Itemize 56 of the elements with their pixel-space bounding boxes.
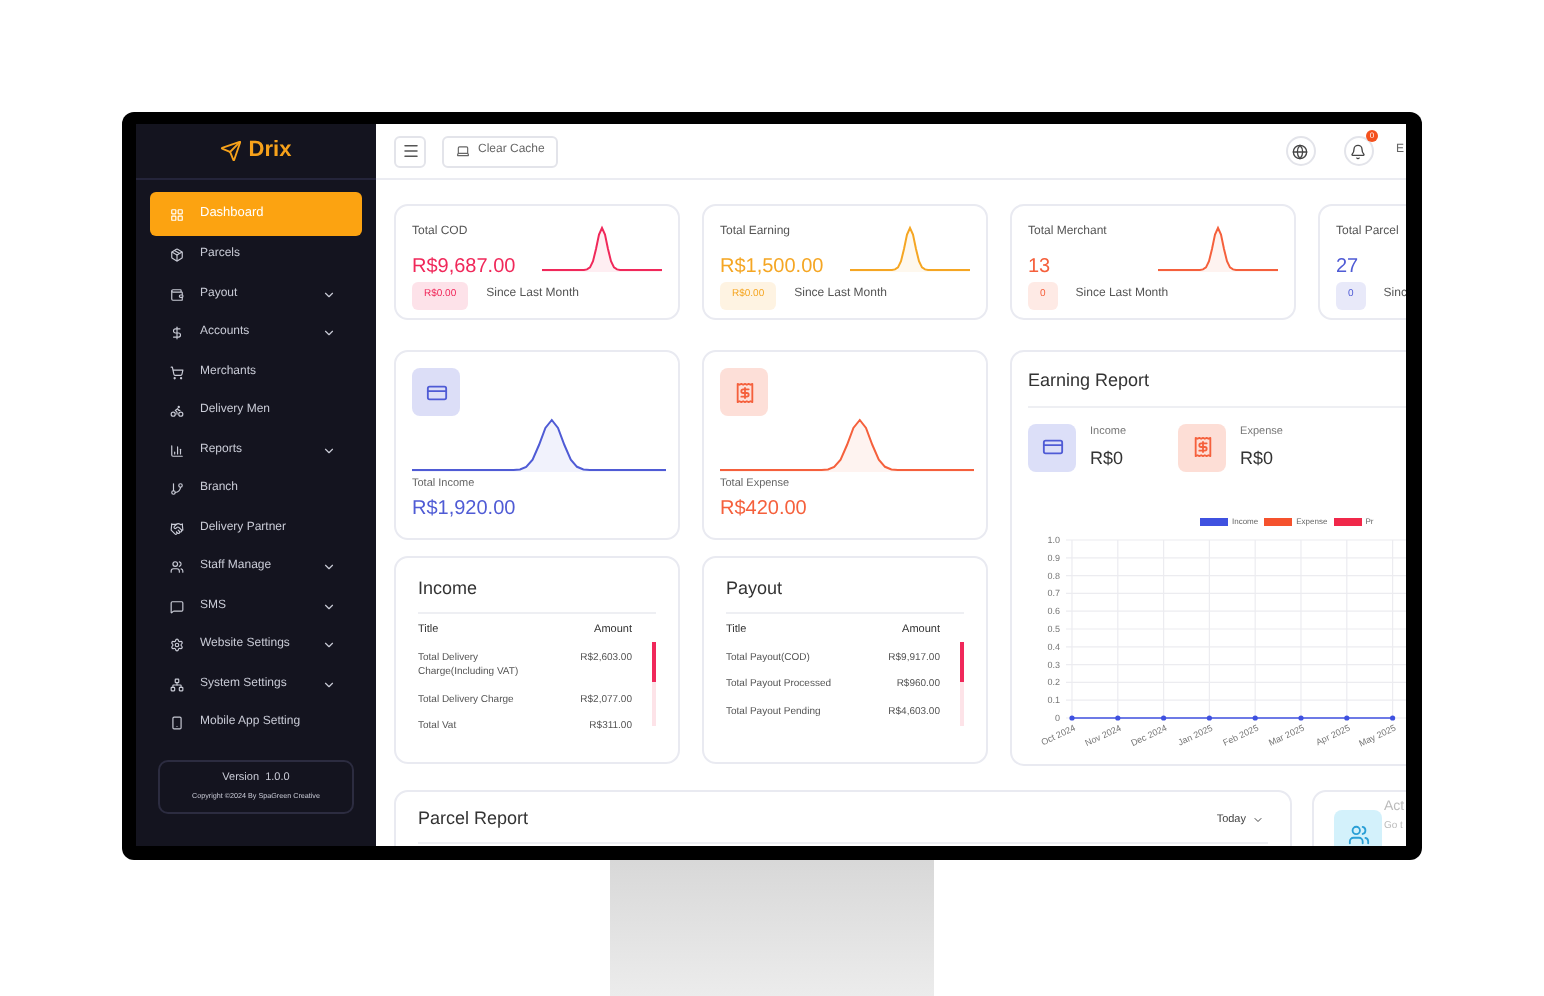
data-point [1206, 715, 1212, 722]
legend-swatch [1264, 518, 1293, 527]
scrollbar [652, 641, 656, 725]
legend-swatch [1333, 518, 1362, 527]
credit-card-icon [1041, 436, 1063, 458]
total-value: R$1,920.00 [412, 496, 518, 525]
menu-icon [401, 142, 419, 160]
stat-value: 27 [1336, 254, 1361, 282]
message-icon [170, 599, 184, 614]
wallet-icon [170, 287, 184, 302]
receipt-icon [1191, 436, 1214, 458]
language-button[interactable] [1285, 136, 1316, 166]
data-point [1298, 715, 1304, 722]
data-point [1161, 715, 1167, 722]
menu-button[interactable] [394, 135, 426, 167]
credit-card-icon [425, 381, 447, 403]
chevron-icon [1252, 813, 1264, 826]
settings-icon [170, 638, 184, 653]
summary-value: R$0 [1090, 445, 1126, 472]
bell-icon [1350, 143, 1367, 159]
cart-icon [170, 365, 184, 380]
card-title: Income [418, 576, 480, 602]
scrollbar [960, 641, 964, 725]
data-point [1069, 715, 1075, 722]
summary-value: R$0 [1240, 445, 1276, 472]
data-point [1390, 715, 1396, 722]
bar-chart-icon [170, 443, 184, 458]
box-icon [170, 248, 184, 263]
sparkline [1158, 224, 1278, 272]
network-icon [170, 677, 184, 692]
phone-icon [170, 716, 184, 731]
grid-icon [170, 207, 184, 221]
paper-plane-icon [220, 140, 243, 162]
data-point [1115, 715, 1121, 722]
bike-icon [170, 404, 184, 419]
branch-icon [170, 482, 184, 497]
laptop-icon [456, 144, 470, 158]
receipt-icon [733, 381, 755, 403]
data-point [1252, 715, 1258, 722]
sparkline [850, 224, 970, 272]
users-icon [170, 560, 184, 575]
users-icon [1347, 823, 1369, 845]
dollar-icon [170, 326, 184, 341]
total-value: R$420.00 [720, 496, 809, 525]
globe-icon [1292, 143, 1309, 159]
stat-value: R$9,687.00 [412, 254, 516, 282]
card-title: Earning Report [1028, 368, 1152, 394]
data-point [1344, 715, 1350, 722]
sparkline [542, 224, 662, 272]
stat-value: R$1,500.00 [720, 254, 824, 282]
card-title: Parcel Report [418, 806, 529, 832]
legend-swatch [1200, 518, 1228, 527]
card-title: Payout [726, 576, 785, 602]
logo[interactable]: Drix [248, 134, 292, 168]
handshake-icon [170, 521, 184, 536]
stat-value: 13 [1028, 254, 1053, 282]
